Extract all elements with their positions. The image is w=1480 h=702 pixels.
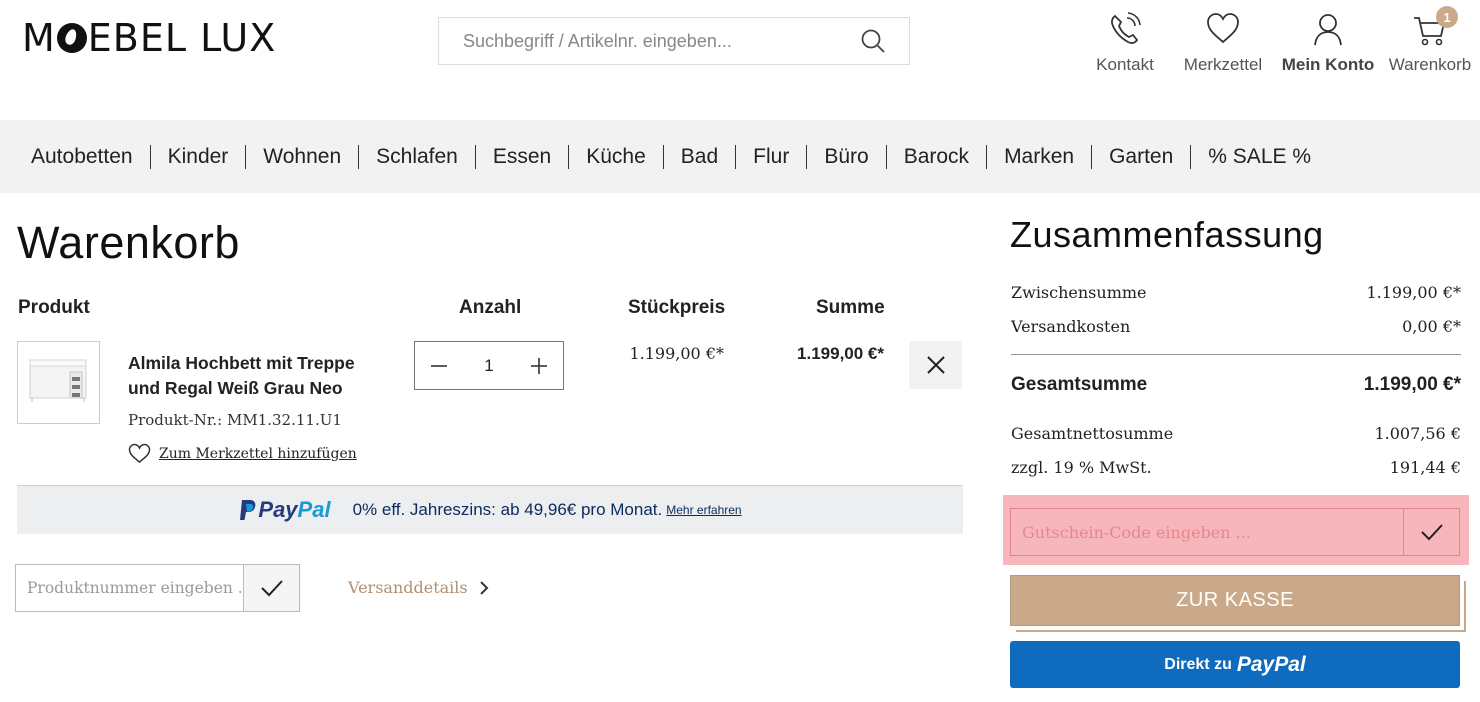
nav-item-marken[interactable]: Marken (987, 144, 1093, 169)
total-label: Gesamtsumme (1011, 374, 1148, 395)
paypal-learn-more-link[interactable]: Mehr erfahren (666, 503, 741, 517)
shipping-value: 0,00 €* (1402, 317, 1461, 336)
voucher-code-input[interactable] (1011, 509, 1403, 555)
heart-icon (128, 443, 151, 463)
nav-item-autobetten[interactable]: Autobetten (14, 144, 151, 169)
search-icon (861, 29, 885, 53)
total-row: Gesamtsumme 1.199,00 €* (1011, 374, 1461, 396)
site-logo[interactable]: M EBEL LUX (22, 16, 276, 60)
search-button[interactable] (837, 18, 909, 64)
line-total: 1.199,00 €* (797, 344, 884, 363)
net-total-value: 1.007,56 € (1374, 424, 1461, 443)
chevron-right-icon (479, 580, 489, 595)
checkmark-icon (1420, 524, 1443, 541)
wishlist-label: Merkzettel (1183, 55, 1263, 74)
nav-item-barock[interactable]: Barock (887, 144, 988, 169)
column-header-quantity: Anzahl (459, 297, 522, 318)
contact-label: Kontakt (1096, 55, 1154, 74)
decrease-quantity-button[interactable] (415, 342, 463, 389)
nav-item-garten[interactable]: Garten (1092, 144, 1192, 169)
paypal-word-pal: Pal (297, 497, 331, 522)
subtotal-label: Zwischensumme (1011, 283, 1147, 302)
column-header-unit-price: Stückpreis (628, 297, 726, 318)
nav-item-buero[interactable]: Büro (807, 144, 887, 169)
wishlist-link[interactable]: Merkzettel (1170, 10, 1276, 75)
voucher-submit-button[interactable] (1403, 509, 1459, 555)
shipping-details-link[interactable]: Versanddetails (348, 578, 494, 597)
voucher-form (1010, 508, 1460, 556)
quantity-value[interactable]: 1 (484, 356, 493, 376)
article-number-input[interactable] (16, 565, 243, 611)
nav-item-bad[interactable]: Bad (664, 144, 737, 169)
shipping-label: Versandkosten (1011, 317, 1131, 336)
paypal-p-icon (240, 500, 256, 520)
main-navigation: Autobetten Kinder Wohnen Schlafen Essen … (0, 120, 1480, 193)
logo-text-end: EBEL LUX (87, 16, 277, 60)
total-value: 1.199,00 €* (1363, 374, 1461, 395)
logo-text-start: M (22, 16, 56, 60)
summary-divider (1011, 354, 1461, 355)
account-link[interactable]: Mein Konto (1276, 10, 1380, 75)
contact-link[interactable]: Kontakt (1080, 10, 1170, 75)
header-icons: Kontakt Merkzettel Mein Konto 1 Warenkor… (1080, 6, 1480, 75)
remove-item-button[interactable] (909, 341, 962, 389)
product-number: Produkt-Nr.: MM1.32.11.U1 (128, 411, 342, 429)
subtotal-row: Zwischensumme 1.199,00 €* (1011, 283, 1461, 302)
paypal-express-logo: PayPal (1236, 652, 1306, 676)
paypal-word-pay: Pay (258, 497, 298, 522)
nav-item-sale[interactable]: % SALE % (1191, 145, 1328, 169)
account-label: Mein Konto (1281, 55, 1375, 74)
close-icon (926, 356, 945, 374)
add-to-wishlist-label: Zum Merkzettel hinzufügen (159, 445, 357, 462)
add-to-wishlist-link[interactable]: Zum Merkzettel hinzufügen (128, 443, 357, 464)
vat-value: 191,44 € (1389, 458, 1461, 477)
paypal-express-button[interactable]: Direkt zu PayPal (1010, 641, 1460, 688)
product-thumbnail[interactable] (17, 341, 100, 424)
logo-flame-icon (56, 23, 87, 53)
product-name[interactable]: Almila Hochbett mit Treppe und Regal Wei… (128, 351, 378, 401)
paypal-logo: Pay Pal (238, 497, 331, 523)
article-number-form (15, 564, 300, 612)
user-icon (1314, 14, 1342, 46)
checkmark-icon (260, 580, 283, 597)
nav-item-flur[interactable]: Flur (736, 144, 808, 169)
vat-label: zzgl. 19 % MwSt. (1011, 458, 1152, 477)
nav-item-wohnen[interactable]: Wohnen (246, 144, 360, 169)
nav-item-schlafen[interactable]: Schlafen (359, 144, 476, 169)
nav-item-kinder[interactable]: Kinder (151, 144, 247, 169)
phone-icon (1111, 12, 1141, 44)
cart-link[interactable]: 1 Warenkorb (1380, 6, 1480, 75)
column-header-product: Produkt (18, 297, 90, 318)
heart-icon (1207, 13, 1239, 44)
cart-count-badge: 1 (1436, 6, 1458, 28)
column-header-total: Summe (816, 297, 885, 318)
loft-bed-image (29, 359, 87, 402)
net-total-row: Gesamtnettosumme 1.007,56 € (1011, 424, 1461, 443)
shipping-details-label: Versanddetails (348, 578, 468, 597)
checkout-button[interactable]: ZUR KASSE (1010, 575, 1460, 626)
quantity-stepper: 1 (414, 341, 564, 390)
summary-title: Zusammenfassung (1010, 214, 1324, 255)
net-total-label: Gesamtnettosumme (1011, 424, 1174, 443)
unit-price: 1.199,00 €* (629, 344, 724, 363)
cart-label: Warenkorb (1388, 55, 1472, 74)
increase-quantity-button[interactable] (515, 342, 563, 389)
vat-row: zzgl. 19 % MwSt. 191,44 € (1011, 458, 1461, 477)
paypal-financing-text: 0% eff. Jahreszins: ab 49,96€ pro Monat. (352, 500, 663, 519)
nav-item-essen[interactable]: Essen (476, 144, 570, 169)
nav-item-kueche[interactable]: Küche (569, 144, 664, 169)
article-number-submit-button[interactable] (243, 565, 299, 611)
search-input[interactable] (439, 18, 837, 64)
subtotal-value: 1.199,00 €* (1366, 283, 1461, 302)
minus-icon (431, 364, 447, 367)
paypal-express-label: Direkt zu (1164, 655, 1232, 673)
plus-icon (531, 357, 547, 374)
shipping-row: Versandkosten 0,00 €* (1011, 317, 1461, 336)
paypal-financing-banner: Pay Pal 0% eff. Jahreszins: ab 49,96€ pro… (17, 485, 963, 534)
search-bar (438, 17, 910, 65)
page-title: Warenkorb (17, 217, 240, 268)
